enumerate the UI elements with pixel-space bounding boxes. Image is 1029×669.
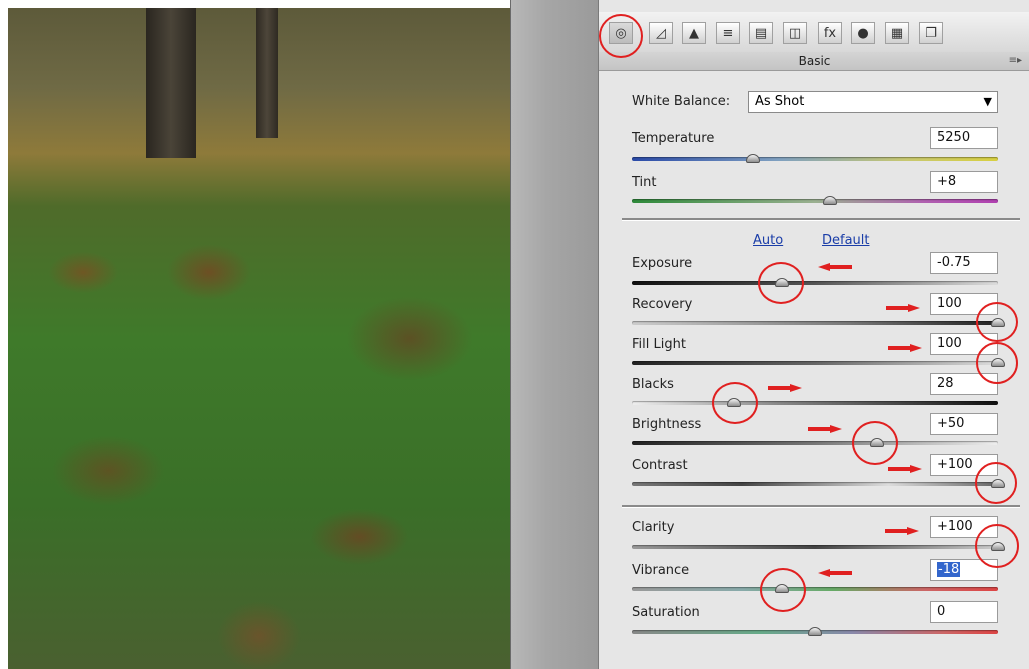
snapshots-tab-icon[interactable]: ❐ — [919, 22, 943, 44]
recovery-label: Recovery — [632, 297, 693, 312]
contrast-slider-track[interactable] — [632, 482, 998, 486]
saturation-label: Saturation — [632, 605, 700, 620]
blacks-label: Blacks — [632, 377, 674, 392]
presets-tab-icon[interactable]: ▦ — [885, 22, 909, 44]
vibrance-slider-track[interactable] — [632, 587, 998, 591]
tree-trunk — [146, 8, 196, 158]
arrow-right-icon — [885, 527, 919, 535]
split-toning-tab-icon[interactable]: ▤ — [749, 22, 773, 44]
hsl-tab-icon[interactable]: ≡ — [716, 22, 740, 44]
annotation-circle-vibrance — [760, 568, 806, 612]
blacks-slider-track[interactable] — [632, 401, 998, 405]
white-balance-value: As Shot — [755, 94, 805, 109]
effects-tab-icon[interactable]: fx — [818, 22, 842, 44]
detail-tab-icon[interactable]: ▲ — [682, 22, 706, 44]
exposure-label: Exposure — [632, 256, 693, 271]
temperature-value-field[interactable]: 5250 — [930, 127, 998, 149]
saturation-value-field[interactable]: 0 — [930, 601, 998, 623]
panel-header: Basic ≡▸ — [599, 52, 1029, 71]
photo-preview — [8, 8, 510, 669]
annotation-circle-fill-light — [976, 342, 1018, 384]
brightness-value-field[interactable]: +50 — [930, 413, 998, 435]
saturation-slider-thumb[interactable] — [808, 627, 822, 636]
camera-calibration-tab-icon[interactable]: ● — [851, 22, 875, 44]
annotation-circle-brightness — [852, 421, 898, 465]
lens-corrections-tab-icon[interactable]: ◫ — [783, 22, 807, 44]
annotation-circle-blacks — [712, 382, 758, 424]
clarity-label: Clarity — [632, 520, 675, 535]
tone-curve-tab-icon[interactable]: ◿ — [649, 22, 673, 44]
chevron-down-icon: ▼ — [983, 95, 992, 108]
arrow-right-icon — [768, 384, 802, 392]
annotation-circle-exposure — [758, 262, 804, 304]
arrow-left-icon — [818, 263, 852, 271]
temperature-slider-track[interactable] — [632, 157, 998, 161]
exposure-value-field[interactable]: -0.75 — [930, 252, 998, 274]
annotation-circle-recovery — [976, 302, 1018, 342]
arrow-right-icon — [888, 465, 922, 473]
auto-link[interactable]: Auto — [753, 233, 783, 248]
exposure-slider-track[interactable] — [632, 281, 998, 285]
vibrance-label: Vibrance — [632, 563, 690, 578]
tint-slider-track[interactable] — [632, 199, 998, 203]
annotation-circle-clarity — [975, 524, 1019, 568]
arrow-right-icon — [888, 344, 922, 352]
panel-gutter — [510, 0, 599, 669]
annotation-circle-contrast — [975, 462, 1017, 504]
default-link[interactable]: Default — [822, 233, 870, 248]
tint-value-field[interactable]: +8 — [930, 171, 998, 193]
tint-slider-thumb[interactable] — [822, 196, 837, 205]
panel-menu-icon[interactable]: ≡▸ — [1009, 52, 1022, 70]
panel-title: Basic — [798, 54, 831, 68]
section-divider — [622, 505, 1020, 508]
arrow-left-icon — [818, 569, 852, 577]
clarity-slider-track[interactable] — [632, 545, 998, 549]
contrast-label: Contrast — [632, 458, 688, 473]
temperature-slider-thumb[interactable] — [745, 154, 760, 163]
white-balance-dropdown[interactable]: As Shot ▼ — [748, 91, 998, 113]
tree-trunk-small — [256, 8, 278, 138]
arrow-right-icon — [808, 425, 842, 433]
fill-light-label: Fill Light — [632, 337, 686, 352]
tint-label: Tint — [632, 175, 657, 190]
recovery-slider-track[interactable] — [632, 321, 998, 325]
brightness-label: Brightness — [632, 417, 702, 432]
arrow-right-icon — [886, 304, 920, 312]
section-divider — [622, 218, 1020, 221]
fill-light-slider-track[interactable] — [632, 361, 998, 365]
temperature-label: Temperature — [632, 131, 715, 146]
brightness-slider-track[interactable] — [632, 441, 998, 445]
annotation-circle-basic-tab — [599, 14, 643, 58]
white-balance-label: White Balance: — [632, 94, 731, 109]
